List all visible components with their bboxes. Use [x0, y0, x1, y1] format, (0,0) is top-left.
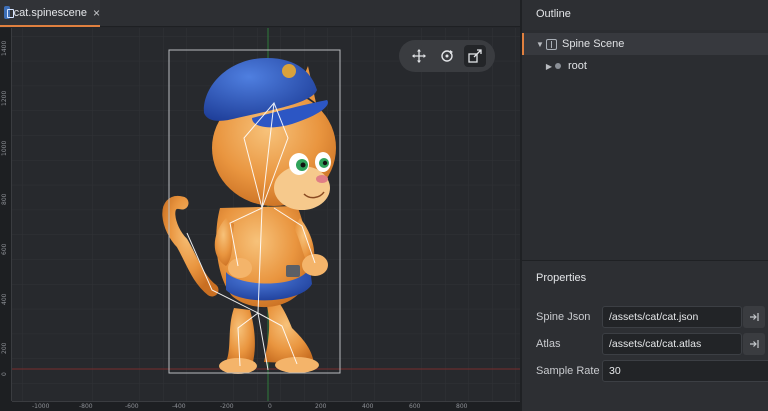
x-tick-label: -200: [220, 403, 234, 410]
scene-canvas: [12, 28, 520, 401]
y-tick-label: 0: [1, 372, 8, 376]
rotate-icon: [441, 50, 453, 62]
property-atlas: Atlas /assets/cat/cat.atlas: [522, 333, 768, 355]
sample-rate-field[interactable]: 30: [602, 360, 768, 382]
x-tick-label: 200: [315, 403, 327, 410]
move-tool-button[interactable]: [408, 45, 430, 67]
x-tick-label: 600: [409, 403, 421, 410]
y-tick-label: 1000: [1, 140, 8, 156]
x-tick-label: -1000: [32, 403, 50, 410]
property-label: Sample Rate: [536, 365, 600, 377]
property-spine-json: Spine Json /assets/cat/cat.json: [522, 306, 768, 328]
atlas-field[interactable]: /assets/cat/cat.atlas: [602, 333, 742, 355]
ruler-corner: [0, 401, 12, 411]
vertical-ruler: 1400 1200 1000 800 600 400 200 0: [0, 28, 12, 401]
outline-item-label: root: [568, 60, 587, 72]
collapse-arrow-icon[interactable]: ▶: [543, 62, 555, 71]
y-tick-label: 400: [1, 293, 8, 305]
y-tick-label: 200: [1, 342, 8, 354]
scene-viewport[interactable]: [12, 28, 520, 401]
bone-icon: [555, 63, 561, 69]
browse-atlas-button[interactable]: [743, 333, 765, 355]
scale-icon: [468, 49, 482, 63]
properties-title: Properties: [536, 272, 587, 284]
rotate-tool-button[interactable]: [436, 45, 458, 67]
spine-file-icon: [4, 6, 14, 19]
x-tick-label: -800: [79, 403, 93, 410]
move-icon: [412, 49, 426, 63]
properties-panel: Properties Spine Json /assets/cat/cat.js…: [522, 260, 768, 411]
property-sample-rate: Sample Rate 30: [522, 360, 768, 382]
horizontal-ruler: -1000 -800 -600 -400 -200 0 200 400 600 …: [12, 401, 520, 411]
right-panel: Outline ▼ Spine Scene ▶ root Properties …: [520, 0, 768, 411]
browse-spine-json-button[interactable]: [743, 306, 765, 328]
goto-icon: [750, 340, 759, 348]
y-tick-label: 1400: [1, 40, 8, 56]
outline-item-root[interactable]: ▶ root: [522, 55, 768, 77]
x-tick-label: 400: [362, 403, 374, 410]
y-tick-label: 800: [1, 193, 8, 205]
x-tick-label: -600: [125, 403, 139, 410]
outline-title: Outline: [536, 7, 571, 20]
scale-tool-button[interactable]: [464, 45, 486, 67]
outline-item-label: Spine Scene: [562, 38, 625, 50]
spine-json-field[interactable]: /assets/cat/cat.json: [602, 306, 742, 328]
spine-scene-icon: [546, 38, 557, 50]
tab-label: cat.spinescene: [13, 6, 87, 19]
editor-tab-bar: cat.spinescene ×: [0, 0, 520, 27]
scene-editor: cat.spinescene × 1400 1200 1000 800 600 …: [0, 0, 520, 411]
view-tools: [399, 40, 495, 72]
expand-arrow-icon[interactable]: ▼: [534, 40, 546, 49]
outline-item-spine-scene[interactable]: ▼ Spine Scene: [522, 33, 768, 55]
y-tick-label: 600: [1, 243, 8, 255]
y-tick-label: 1200: [1, 90, 8, 106]
outline-tree: ▼ Spine Scene ▶ root: [522, 30, 768, 260]
tab-cat-spinescene[interactable]: cat.spinescene ×: [0, 0, 100, 27]
goto-icon: [750, 313, 759, 321]
property-label: Spine Json: [536, 311, 591, 323]
x-tick-label: 0: [268, 403, 272, 410]
x-tick-label: 800: [456, 403, 468, 410]
property-label: Atlas: [536, 338, 561, 350]
x-tick-label: -400: [172, 403, 186, 410]
close-tab-icon[interactable]: ×: [93, 6, 100, 20]
